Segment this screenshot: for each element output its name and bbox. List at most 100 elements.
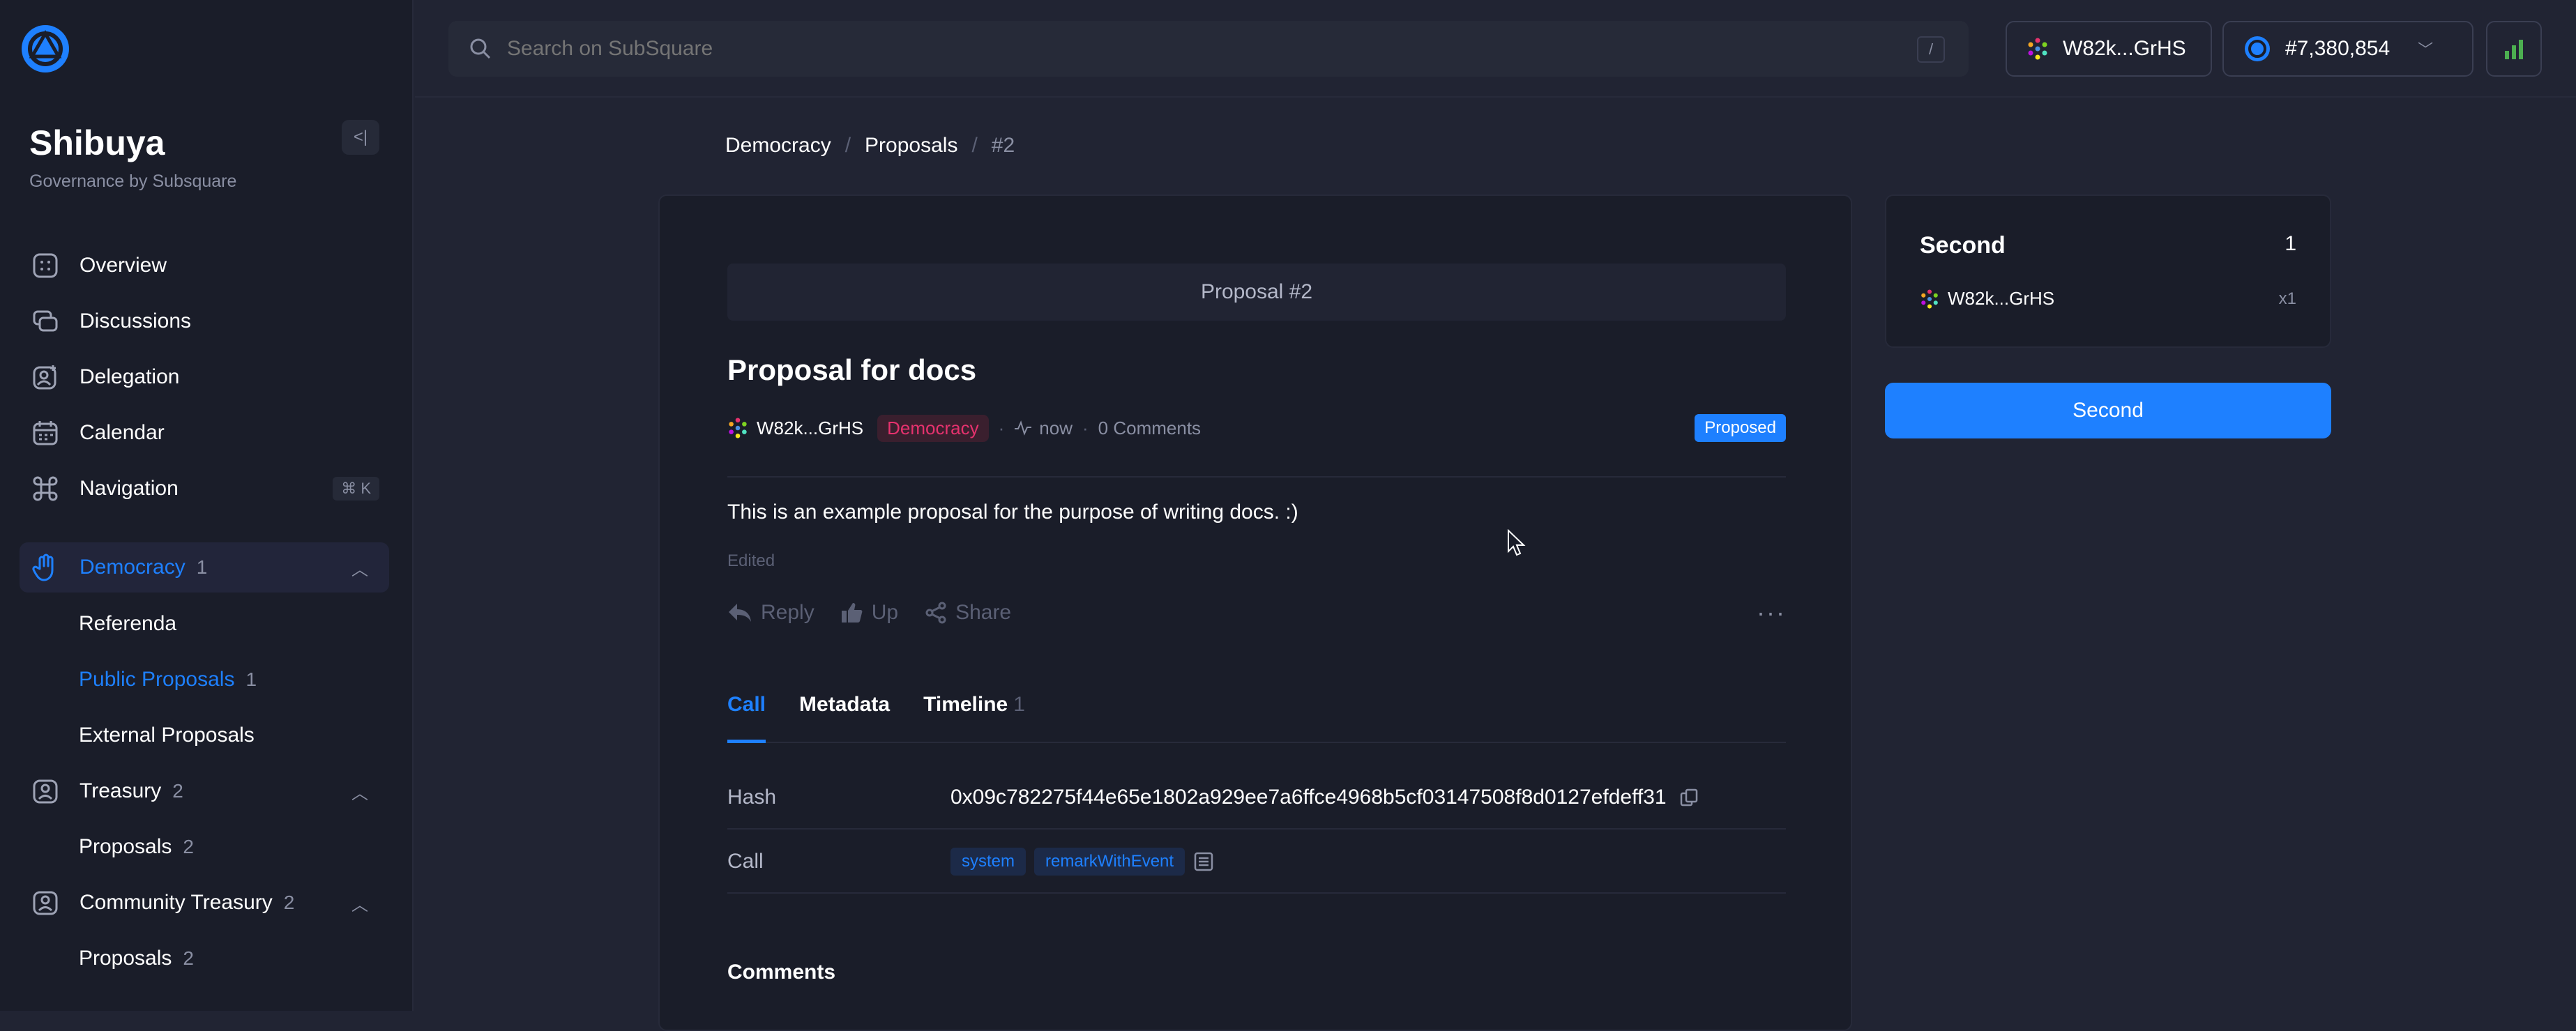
sidebar-item-label: Overview	[79, 254, 167, 277]
comments-title: Comments	[727, 961, 836, 984]
brand-subtitle: Governance by Subsquare	[29, 171, 237, 191]
breadcrumb: Democracy / Proposals / #2	[725, 134, 1015, 158]
sidebar-item-community-treasury[interactable]: Community Treasury 2 ︿	[20, 878, 389, 928]
sidebar-subitem-public-proposals[interactable]: Public Proposals 1	[79, 659, 257, 701]
breadcrumb-separator: /	[971, 134, 978, 157]
account-button[interactable]: W82k...GrHS	[2006, 21, 2212, 77]
sidebar-item-count: 2	[283, 892, 295, 913]
copy-icon[interactable]	[1679, 788, 1699, 807]
reply-label: Reply	[761, 601, 815, 624]
subsquare-logo-icon[interactable]	[20, 23, 71, 75]
sidebar-item-overview[interactable]: Overview	[20, 240, 389, 291]
category-tag[interactable]: Democracy	[877, 414, 989, 442]
hash-text: 0x09c782275f44e65e1802a929ee7a6ffce4968b…	[950, 786, 1667, 809]
proposal-card: Proposal #2 Proposal for docs W82k...GrH…	[658, 194, 1852, 1031]
call-label: Call	[727, 850, 764, 873]
breadcrumb-proposals[interactable]: Proposals	[865, 134, 957, 158]
collapse-icon: <|	[353, 128, 368, 146]
call-value: system remarkWithEvent	[950, 848, 1214, 876]
search-shortcut-badge: /	[1917, 36, 1945, 63]
chevron-down-icon: ﹀	[2418, 41, 2434, 59]
tab-metadata[interactable]: Metadata	[799, 693, 890, 743]
network-selector[interactable]: #7,380,854 ﹀	[2222, 21, 2473, 77]
sidebar-item-treasury[interactable]: Treasury 2 ︿	[20, 766, 389, 816]
sidebar-subitem-treasury-proposals[interactable]: Proposals 2	[79, 826, 194, 868]
stats-button[interactable]	[2486, 21, 2542, 77]
reply-button[interactable]: Reply	[727, 601, 815, 625]
share-icon	[925, 602, 946, 624]
sidebar-subitem-referenda[interactable]: Referenda	[79, 603, 176, 645]
tab-call[interactable]: Call	[727, 693, 766, 743]
sidebar-item-calendar[interactable]: Calendar	[20, 408, 389, 458]
proposal-header: Proposal #2	[727, 264, 1786, 321]
tab-label: Timeline	[923, 693, 1008, 716]
account-address: W82k...GrHS	[2063, 37, 2186, 60]
proposal-actions: Reply Up Share ···	[727, 595, 1786, 630]
hash-value: 0x09c782275f44e65e1802a929ee7a6ffce4968b…	[950, 786, 1699, 809]
second-multiplier: x1	[2278, 289, 2296, 308]
share-button[interactable]: Share	[925, 601, 1011, 625]
breadcrumb-current: #2	[991, 134, 1015, 157]
sidebar-item-label: Discussions	[79, 310, 192, 333]
seconder-entry[interactable]: W82k...GrHS	[1920, 288, 2054, 310]
search-input[interactable]	[507, 37, 1832, 61]
search-icon	[470, 38, 491, 59]
call-row: Call system remarkWithEvent	[727, 831, 1786, 894]
reply-icon	[729, 604, 751, 622]
comments-count[interactable]: 0 Comments	[1098, 418, 1201, 439]
upvote-button[interactable]: Up	[841, 601, 898, 625]
sidebar-subitem-external-proposals[interactable]: External Proposals	[79, 715, 255, 756]
second-count: 1	[2285, 232, 2296, 255]
separator-dot: ·	[998, 417, 1005, 438]
thumbs-up-icon	[841, 603, 863, 623]
topbar: / W82k...GrHS #7,380,854 ﹀	[415, 0, 2576, 98]
proposal-title: Proposal for docs	[727, 353, 977, 386]
divider	[727, 476, 1786, 478]
hash-row: Hash 0x09c782275f44e65e1802a929ee7a6ffce…	[727, 767, 1786, 830]
chevron-up-icon: ︿	[351, 560, 368, 579]
command-icon	[31, 474, 60, 503]
sidebar-subitem-label: Public Proposals	[79, 668, 235, 691]
separator-dot: ·	[1082, 417, 1089, 438]
collapse-sidebar-button[interactable]: <|	[342, 120, 379, 155]
document-icon[interactable]	[1193, 851, 1214, 872]
search-box[interactable]: /	[448, 21, 1969, 77]
community-treasury-icon	[31, 888, 60, 917]
seconder-address: W82k...GrHS	[1948, 288, 2055, 309]
sidebar-item-discussions[interactable]: Discussions	[20, 296, 389, 346]
proposal-time: now	[1039, 417, 1073, 438]
second-button[interactable]: Second	[1885, 383, 2331, 438]
bar-chart-icon	[2505, 40, 2523, 59]
share-label: Share	[955, 601, 1012, 624]
more-options-icon[interactable]: ···	[1757, 598, 1786, 627]
breadcrumb-separator: /	[844, 134, 851, 157]
shortcut-badge: ⌘ K	[333, 477, 379, 501]
mouse-cursor-icon	[1508, 529, 1526, 556]
chevron-up-icon: ︿	[351, 895, 368, 915]
identicon-avatar	[1921, 289, 1938, 309]
breadcrumb-democracy[interactable]: Democracy	[725, 134, 831, 158]
sidebar-item-navigation[interactable]: Navigation ⌘ K	[20, 464, 389, 514]
tab-timeline[interactable]: Timeline 1	[923, 693, 1025, 743]
treasury-icon	[31, 777, 60, 806]
sidebar-item-delegation[interactable]: Delegation	[20, 352, 389, 402]
sidebar-subitem-label: Referenda	[79, 612, 177, 635]
identicon-avatar	[729, 418, 747, 438]
sidebar-item-democracy[interactable]: Democracy 1 ︿	[20, 542, 389, 593]
sidebar-item-count: 2	[172, 780, 183, 802]
network-logo-icon	[2245, 36, 2270, 61]
sidebar-subitem-count: 1	[245, 669, 257, 690]
sidebar-item-label: Calendar	[79, 421, 165, 444]
sidebar-subitem-community-proposals[interactable]: Proposals 2	[79, 938, 194, 979]
sidebar-subitem-label: Proposals	[79, 947, 172, 970]
second-panel: Second 1 W82k...GrHS x1	[1885, 194, 2331, 348]
edited-label: Edited	[727, 551, 775, 570]
activity-icon	[1015, 420, 1032, 436]
calendar-icon	[31, 418, 60, 448]
sidebar-item-label: Democracy	[79, 556, 185, 579]
hash-label: Hash	[727, 786, 777, 809]
proposal-author[interactable]: W82k...GrHS	[757, 418, 863, 439]
sidebar-item-label: Community Treasury	[79, 891, 273, 914]
sidebar-subitem-count: 2	[183, 947, 194, 969]
detail-tabs: Call Metadata Timeline 1	[727, 693, 1786, 743]
